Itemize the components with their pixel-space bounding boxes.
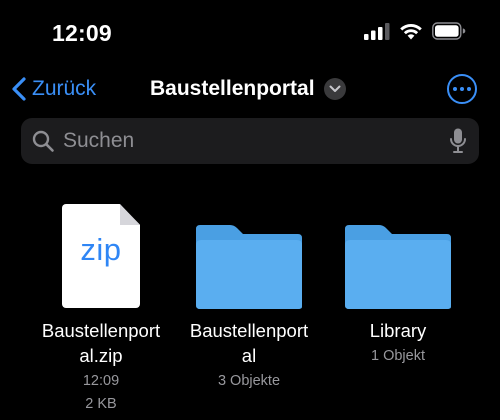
folder-icon: [345, 225, 451, 309]
chevron-left-icon: [12, 77, 26, 101]
file-item-zip-text: Baustellenport al.zip 12:09 2 KB: [30, 318, 172, 416]
folder-item-library-text: Library 1 Objekt: [327, 318, 469, 368]
chevron-down-icon: [323, 78, 346, 100]
item-name-line1: Baustellenport: [189, 320, 309, 341]
battery-icon: [432, 22, 466, 40]
item-name-line2: al.zip: [79, 345, 123, 366]
item-count: 1 Objekt: [371, 348, 425, 364]
more-dot: [453, 87, 457, 91]
cellular-signal-icon: [364, 23, 390, 40]
search-placeholder: Suchen: [63, 129, 135, 152]
folder-title-menu[interactable]: Baustellenportal: [150, 74, 346, 104]
folder-icon: [196, 225, 302, 309]
files-app-screen: 12:09 Zurück Baustellenportal Suchen zip…: [0, 0, 500, 420]
microphone-icon[interactable]: [449, 127, 467, 155]
wifi-icon: [400, 24, 422, 40]
status-icons: [364, 22, 466, 40]
item-time: 12:09: [82, 373, 120, 389]
more-dot: [467, 87, 471, 91]
item-name: Library: [369, 320, 427, 341]
back-button[interactable]: Zurück: [10, 74, 96, 104]
item-name-line2: al: [241, 345, 257, 366]
item-count: 3 Objekte: [217, 373, 281, 389]
back-button-label: Zurück: [32, 77, 97, 100]
search-icon: [32, 130, 54, 152]
item-name-line1: Baustellenport: [41, 320, 161, 341]
item-size: 2 KB: [85, 396, 117, 412]
page-title: Baustellenportal: [150, 77, 315, 100]
more-dot: [460, 87, 464, 91]
more-options-button[interactable]: [447, 74, 477, 104]
zip-file-fold: [120, 204, 140, 225]
status-time: 12:09: [52, 20, 112, 46]
folder-item-baustellenportal-text: Baustellenport al 3 Objekte: [178, 318, 320, 393]
zip-icon-label: zip: [80, 232, 122, 267]
search-field[interactable]: Suchen: [21, 118, 479, 164]
